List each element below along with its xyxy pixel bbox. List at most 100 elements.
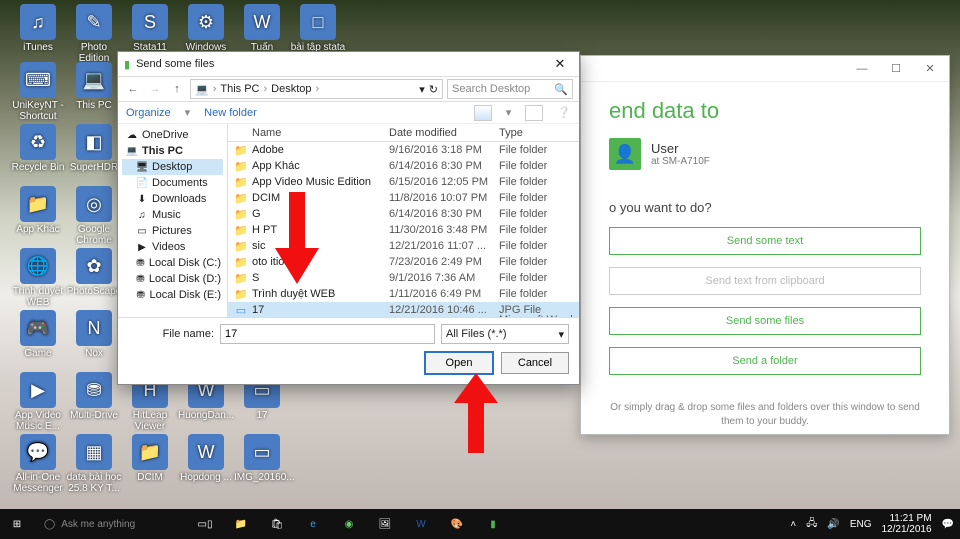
desktop-icon[interactable]: 📁DCIM <box>122 434 178 483</box>
tree-item[interactable]: 📄Documents <box>122 175 223 191</box>
file-icon: 📁 <box>234 207 248 221</box>
cancel-button[interactable]: Cancel <box>501 352 569 374</box>
desktop-icon-glyph: N <box>76 310 112 346</box>
desktop-icon[interactable]: ▶App Video Music E... <box>10 372 66 432</box>
preview-pane-icon[interactable] <box>525 105 543 121</box>
tb-photos-icon[interactable]: 🖼 <box>368 509 402 539</box>
desktop-icon[interactable]: 📁App Khác <box>10 186 66 235</box>
desktop-icon[interactable]: ▭IMG_20160... <box>234 434 290 483</box>
tb-app1-icon[interactable]: ◉ <box>332 509 366 539</box>
crumb-this-pc[interactable]: This PC <box>220 83 259 95</box>
desktop-icon-label: App Video Music E... <box>10 410 66 432</box>
send-files-button[interactable]: Send some files <box>609 307 921 335</box>
tree-icon: ☁ <box>126 129 138 141</box>
tree-item[interactable]: ▶Videos <box>122 239 223 255</box>
tree-item[interactable]: 🖥Desktop <box>122 159 223 175</box>
send-clipboard-button[interactable]: Send text from clipboard <box>609 267 921 295</box>
cortana-search[interactable]: ◯ Ask me anything <box>36 509 186 539</box>
desktop-icon[interactable]: 🌐Trình duyệt WEB <box>10 248 66 308</box>
nav-back-icon[interactable]: ← <box>124 80 142 98</box>
crumb-desktop[interactable]: Desktop <box>271 83 311 95</box>
send-folder-button[interactable]: Send a folder <box>609 347 921 375</box>
file-icon: 📁 <box>234 239 248 253</box>
tray-lang[interactable]: ENG <box>850 519 872 530</box>
file-date: 9/16/2016 3:18 PM <box>389 144 499 156</box>
view-mode-icon[interactable] <box>474 105 492 121</box>
tb-pushbullet-icon[interactable]: ▮ <box>476 509 510 539</box>
desktop-icon[interactable]: 💬All-in-One Messenger <box>10 434 66 494</box>
tray-volume-icon[interactable]: 🔊 <box>827 519 839 530</box>
file-row[interactable]: 📁Adobe9/16/2016 3:18 PMFile folder <box>228 142 579 158</box>
file-row[interactable]: 📁App Khác6/14/2016 8:30 PMFile folder <box>228 158 579 174</box>
file-type: File folder <box>499 192 579 204</box>
new-folder-button[interactable]: New folder <box>204 107 257 119</box>
filename-input[interactable] <box>220 324 435 344</box>
tree-item[interactable]: ▭Pictures <box>122 223 223 239</box>
file-row[interactable]: 📁App Video Music Edition6/15/2016 12:05 … <box>228 174 579 190</box>
tb-explorer-icon[interactable]: 📁 <box>224 509 258 539</box>
send-text-button[interactable]: Send some text <box>609 227 921 255</box>
start-button[interactable]: ⊞ <box>0 509 34 539</box>
organize-menu[interactable]: Organize <box>126 107 171 119</box>
tree-item[interactable]: ⬇Downloads <box>122 191 223 207</box>
col-date[interactable]: Date modified <box>389 127 499 139</box>
refresh-icon[interactable]: ↻ <box>429 83 438 96</box>
file-row[interactable]: 📁Trình duyệt WEB1/11/2016 6:49 PMFile fo… <box>228 286 579 302</box>
desktop-icon[interactable]: ✎Photo Edition <box>66 4 122 64</box>
nav-up-icon[interactable]: ↑ <box>168 80 186 98</box>
file-type-filter[interactable]: All Files (*.*)▾ <box>441 324 569 344</box>
tree-label: Pictures <box>152 225 192 237</box>
task-view-icon[interactable]: ▭▯ <box>188 509 222 539</box>
desktop-icon-glyph: W <box>188 434 224 470</box>
notifications-icon[interactable]: 💬 <box>942 519 954 530</box>
desktop-icon[interactable]: ◎Google Chrome <box>66 186 122 246</box>
dialog-icon: ▮ <box>124 58 130 71</box>
close-button[interactable]: ✕ <box>915 59 945 79</box>
desktop-icon-label: 17 <box>234 410 290 421</box>
breadcrumb[interactable]: 💻 › This PC › Desktop › ▾ ↻ <box>190 79 443 99</box>
desktop-icon[interactable]: ♻Recycle Bin <box>10 124 66 173</box>
tree-item[interactable]: ⛃Local Disk (C:) <box>122 255 223 271</box>
help-icon[interactable]: ❔ <box>557 106 571 119</box>
desktop-icon[interactable]: NNox <box>66 310 122 359</box>
desktop-icon[interactable]: WHopdong ... <box>178 434 234 483</box>
nav-forward-icon[interactable]: → <box>146 80 164 98</box>
desktop-icon[interactable]: SStata11 <box>122 4 178 53</box>
tb-paint-icon[interactable]: 🎨 <box>440 509 474 539</box>
desktop-icon[interactable]: 💻This PC <box>66 62 122 111</box>
tree-label: Documents <box>152 177 208 189</box>
desktop-icon[interactable]: 🎮Game <box>10 310 66 359</box>
desktop-icon[interactable]: □bài tập stata <box>290 4 346 53</box>
tree-item[interactable]: ☁OneDrive <box>122 127 223 143</box>
maximize-button[interactable]: ☐ <box>881 59 911 79</box>
crumb-dropdown-icon[interactable]: ▾ <box>419 83 425 96</box>
desktop-icon[interactable]: ✿PhotoScape <box>66 248 122 297</box>
tree-item[interactable]: ⛃Local Disk (E:) <box>122 287 223 303</box>
annotation-arrow-down <box>275 192 319 286</box>
tree-item[interactable]: ⛃Local Disk (D:) <box>122 271 223 287</box>
tree-item[interactable]: 💻This PC <box>122 143 223 159</box>
taskbar-clock[interactable]: 11:21 PM 12/21/2016 <box>881 513 931 535</box>
desktop-icon[interactable]: ⌨UniKeyNT - Shortcut <box>10 62 66 122</box>
minimize-button[interactable]: — <box>847 59 877 79</box>
desktop-icon-label: This PC <box>66 100 122 111</box>
tb-store-icon[interactable]: 🛍 <box>260 509 294 539</box>
tree-item[interactable]: ♫Music <box>122 207 223 223</box>
tray-chevron-icon[interactable]: ˄ <box>790 519 796 530</box>
desktop-icon[interactable]: WTuấn <box>234 4 290 53</box>
tb-word-icon[interactable]: W <box>404 509 438 539</box>
search-input[interactable]: Search Desktop 🔍 <box>447 79 573 99</box>
tb-edge-icon[interactable]: e <box>296 509 330 539</box>
tray-network-icon[interactable]: 🖧 <box>806 516 817 533</box>
desktop-icon[interactable]: ♫iTunes <box>10 4 66 53</box>
col-type[interactable]: Type <box>499 127 579 139</box>
desktop-icon[interactable]: ⛃Multi-Drive <box>66 372 122 421</box>
nav-tree[interactable]: ☁OneDrive💻This PC🖥Desktop📄Documents⬇Down… <box>118 124 228 317</box>
open-button[interactable]: Open <box>425 352 493 374</box>
file-icon: 📁 <box>234 271 248 285</box>
desktop-icon[interactable]: ◧SuperHDR <box>66 124 122 173</box>
desktop-icon-glyph: 📁 <box>132 434 168 470</box>
desktop-icon[interactable]: ▦data bài học 25.8 KÝ T... <box>66 434 122 494</box>
dialog-close-button[interactable]: ✕ <box>547 56 573 72</box>
col-name[interactable]: Name <box>228 127 389 139</box>
